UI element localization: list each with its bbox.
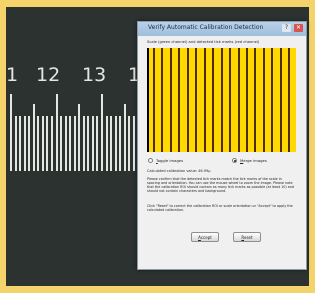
verify-calibration-dialog: Verify Automatic Calibration Detection ?… xyxy=(137,21,307,270)
ruler-tick xyxy=(19,116,22,171)
ruler-tick xyxy=(14,116,17,171)
merge-images-radio[interactable] xyxy=(232,158,237,163)
ruler-tick xyxy=(55,94,58,171)
instruction-text: Scale (green channel) and detected tick … xyxy=(147,40,260,44)
merge-images-label-suffix: erge images xyxy=(243,158,267,163)
ruler-tick xyxy=(28,116,31,171)
toggle-images-label[interactable]: Toggle images xyxy=(156,158,183,163)
ruler-tick xyxy=(64,116,67,171)
reset-button[interactable]: Reset xyxy=(233,232,261,242)
merge-images-label[interactable]: Merge images xyxy=(240,158,267,163)
ruler-tick xyxy=(82,116,85,171)
ruler-tick xyxy=(37,116,40,171)
ruler-tick xyxy=(123,104,126,171)
accept-button[interactable]: Accept xyxy=(191,232,219,242)
ruler-tick xyxy=(41,116,44,171)
calibration-stripe xyxy=(292,48,296,152)
ruler-tick xyxy=(101,94,103,171)
ruler-tick xyxy=(119,116,122,171)
ruler-tick xyxy=(60,116,63,171)
ruler-tick xyxy=(50,116,53,171)
ruler-tick xyxy=(69,116,72,171)
toggle-images-label-suffix: oggle images xyxy=(157,158,184,163)
ruler-tick xyxy=(91,116,94,171)
toggle-images-radio[interactable] xyxy=(148,158,153,163)
ruler-tick xyxy=(23,116,26,171)
help-button[interactable]: ? xyxy=(282,24,291,32)
ruler-tick xyxy=(78,104,81,171)
dialog-titlebar[interactable]: Verify Automatic Calibration Detection ?… xyxy=(138,22,306,36)
accept-label-suffix: ccept xyxy=(200,235,212,240)
calibration-preview-image[interactable] xyxy=(147,48,296,152)
ruler-tick xyxy=(110,116,113,171)
ruler-tick xyxy=(73,116,76,171)
ruler-tick xyxy=(32,104,35,171)
ruler-tick xyxy=(114,116,117,171)
dialog-title: Verify Automatic Calibration Detection xyxy=(148,24,264,31)
screenshot-frame: 1 12 13 14 Verify Automatic Calibration … xyxy=(0,0,315,293)
close-button[interactable]: ✕ xyxy=(294,24,303,32)
ruler-tick xyxy=(46,116,49,171)
reset-accept-instructions: Click "Reset" to correct the calibration… xyxy=(147,204,293,213)
ruler-tick xyxy=(10,94,12,171)
ruler-tick xyxy=(96,116,99,171)
ruler-tick xyxy=(128,116,131,171)
calibration-value: Calculated calibration value: 46.99µ xyxy=(147,169,211,173)
reset-label-suffix: eset xyxy=(244,235,253,240)
confirmation-instructions: Please confirm that the detected tick ma… xyxy=(147,177,295,194)
ruler-tick xyxy=(87,116,90,171)
ruler-tick xyxy=(105,116,108,171)
ruler-tick xyxy=(132,116,135,171)
